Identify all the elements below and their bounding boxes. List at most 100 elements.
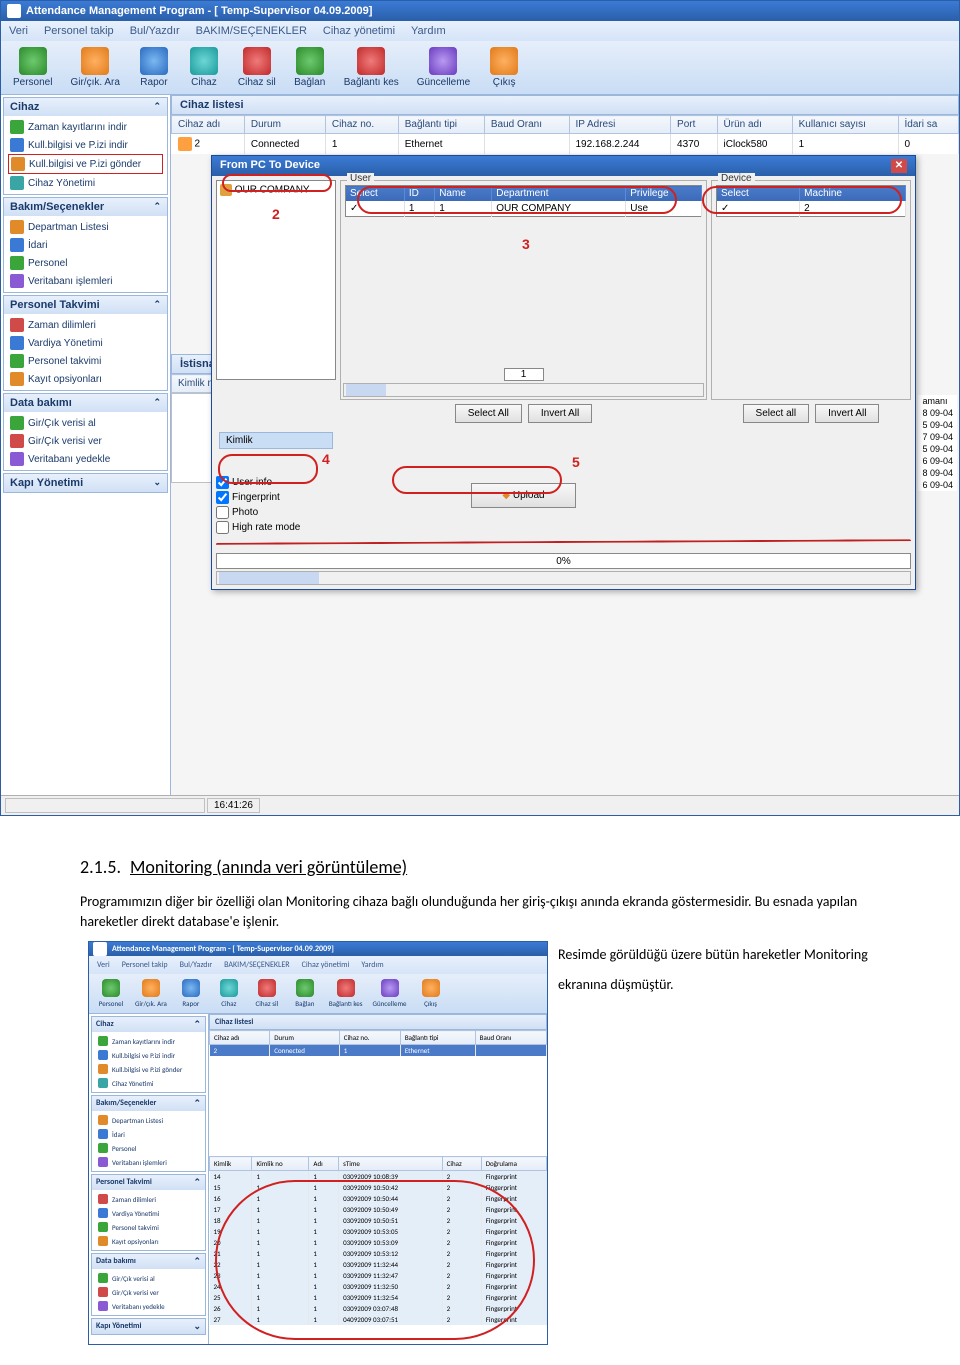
chk-high-rate[interactable] bbox=[216, 521, 229, 534]
nav-gircik-al[interactable]: Gir/Çık verisi al bbox=[8, 414, 163, 432]
menu-cihaz-yonetimi[interactable]: Cihaz yönetimi bbox=[319, 23, 399, 39]
sidebar: Cihaz⌃ Zaman kayıtlarını indir Kull.bilg… bbox=[1, 95, 171, 795]
person-icon bbox=[10, 256, 24, 270]
col-ip[interactable]: IP Adresi bbox=[569, 116, 671, 134]
tb-cikis[interactable]: Çıkış bbox=[480, 45, 528, 90]
nav-head-takvim[interactable]: Personel Takvimi⌃ bbox=[4, 296, 167, 314]
dcol-machine[interactable]: Machine bbox=[800, 186, 906, 202]
device-legend: Device bbox=[718, 173, 755, 184]
menu-personel-takip[interactable]: Personel takip bbox=[40, 23, 118, 39]
user-scrollbar[interactable] bbox=[343, 383, 704, 397]
chevron-up-icon: ⌃ bbox=[153, 299, 161, 311]
scroll-thumb[interactable] bbox=[219, 572, 319, 584]
user-table: Select ID Name Department Privilege ✓ bbox=[345, 185, 702, 217]
tb-baglan[interactable]: Bağlan bbox=[286, 45, 334, 90]
tb-gir-cik[interactable]: Gir/çık. Ara bbox=[62, 45, 127, 90]
menu-yardim[interactable]: Yardım bbox=[407, 23, 450, 39]
tb-rapor[interactable]: Rapor bbox=[130, 45, 178, 90]
red-annotation-line bbox=[216, 539, 911, 549]
progress-bar: 0% bbox=[216, 553, 911, 569]
btn-invert-all-dev[interactable]: Invert All bbox=[815, 404, 879, 423]
col-urun[interactable]: Ürün adı bbox=[717, 116, 792, 134]
dialog-close-button[interactable]: ✕ bbox=[891, 159, 907, 173]
user-row[interactable]: ✓ 1 1 OUR COMPANY Use bbox=[346, 201, 702, 217]
nav-head-bakim[interactable]: Bakım/Seçenekler⌃ bbox=[4, 198, 167, 216]
nav-db-islem[interactable]: Veritabanı işlemleri bbox=[8, 272, 163, 290]
btn-select-all-dev[interactable]: Select all bbox=[743, 404, 810, 423]
chevron-down-icon: ⌄ bbox=[153, 477, 161, 489]
dialog-title: From PC To Device bbox=[220, 159, 320, 173]
nav-personel[interactable]: Personel bbox=[8, 254, 163, 272]
chk-photo[interactable] bbox=[216, 506, 229, 519]
dcol-select[interactable]: Select bbox=[717, 186, 800, 202]
shift-icon bbox=[10, 336, 24, 350]
download-icon bbox=[10, 120, 24, 134]
connect-icon bbox=[296, 47, 324, 75]
list-icon bbox=[10, 220, 24, 234]
tb-cihaz[interactable]: Cihaz bbox=[180, 45, 228, 90]
exit-icon bbox=[490, 47, 518, 75]
ucol-priv[interactable]: Privilege bbox=[626, 186, 702, 202]
col-baglanti[interactable]: Bağlantı tipi bbox=[398, 116, 484, 134]
ucol-dept[interactable]: Department bbox=[492, 186, 626, 202]
user-legend: User bbox=[347, 173, 374, 184]
device-table: Cihaz adı Durum Cihaz no. Bağlantı tipi … bbox=[171, 115, 959, 154]
menu-bakim[interactable]: BAKIM/SEÇENEKLER bbox=[192, 23, 311, 39]
menu-veri[interactable]: Veri bbox=[5, 23, 32, 39]
nav-zaman-dilim[interactable]: Zaman dilimleri bbox=[8, 316, 163, 334]
tb-cihaz-sil[interactable]: Cihaz sil bbox=[230, 45, 284, 90]
nav-zaman-kayit[interactable]: Zaman kayıtlarını indir bbox=[8, 118, 163, 136]
main-area: Cihaz listesi Cihaz adı Durum Cihaz no. … bbox=[171, 95, 959, 795]
col-cihaz-no[interactable]: Cihaz no. bbox=[325, 116, 398, 134]
nav-kull-gonder[interactable]: Kull.bilgisi ve P.izi gönder bbox=[8, 154, 163, 174]
nav-ptakvim[interactable]: Personel takvimi bbox=[8, 352, 163, 370]
nav-head-data[interactable]: Data bakımı⌃ bbox=[4, 394, 167, 412]
thumbnail-window: Attendance Management Program - [ Temp-S… bbox=[88, 941, 548, 1345]
upload-icon bbox=[11, 157, 25, 171]
nav-kull-indir[interactable]: Kull.bilgisi ve P.izi indir bbox=[8, 136, 163, 154]
col-kullanici[interactable]: Kullanıcı sayısı bbox=[792, 116, 898, 134]
tb-baglanti-kes[interactable]: Bağlantı kes bbox=[336, 45, 407, 90]
ucol-select[interactable]: Select bbox=[346, 186, 405, 202]
ucol-id[interactable]: ID bbox=[404, 186, 434, 202]
section-title: Monitoring (anında veri görüntüleme) bbox=[130, 856, 407, 878]
chk-fingerprint[interactable] bbox=[216, 491, 229, 504]
scroll-thumb[interactable] bbox=[346, 384, 386, 396]
btn-select-all[interactable]: Select All bbox=[455, 404, 522, 423]
nav-kayit-ops[interactable]: Kayıt opsiyonları bbox=[8, 370, 163, 388]
col-baud[interactable]: Baud Oranı bbox=[484, 116, 569, 134]
nav-head-kapi[interactable]: Kapı Yönetimi⌄ bbox=[4, 474, 167, 492]
chk-user-info[interactable] bbox=[216, 476, 229, 489]
device-row[interactable]: 2 Connected 1 Ethernet 192.168.2.244 437… bbox=[172, 134, 959, 155]
tb-personel[interactable]: Personel bbox=[5, 45, 60, 90]
monitoring-log-table: Kimlik Kimlik no Adı sTime Cihaz Doğrula… bbox=[209, 1156, 547, 1325]
backup-icon bbox=[10, 452, 24, 466]
company-tree[interactable]: OUR COMPANY bbox=[216, 180, 336, 380]
main-app-window: Attendance Management Program - [ Temp-S… bbox=[0, 0, 960, 816]
nav-vardiya[interactable]: Vardiya Yönetimi bbox=[8, 334, 163, 352]
article-text: 2.1.5.Monitoring (anında veri görüntülem… bbox=[0, 816, 960, 1365]
col-port[interactable]: Port bbox=[671, 116, 718, 134]
col-idari[interactable]: İdari sa bbox=[898, 116, 958, 134]
col-durum[interactable]: Durum bbox=[244, 116, 325, 134]
nav-idari[interactable]: İdari bbox=[8, 236, 163, 254]
ucol-name[interactable]: Name bbox=[435, 186, 492, 202]
tb-guncelleme[interactable]: Güncelleme bbox=[409, 45, 478, 90]
dialog-bottom-scroll[interactable] bbox=[216, 571, 911, 585]
nav-gircik-ver[interactable]: Gir/Çık verisi ver bbox=[8, 432, 163, 450]
device-list-head: Cihaz listesi bbox=[171, 95, 959, 115]
update-icon bbox=[429, 47, 457, 75]
nav-departman[interactable]: Departman Listesi bbox=[8, 218, 163, 236]
btn-upload[interactable]: ◆ Upload bbox=[471, 483, 575, 508]
device-sel-row[interactable]: ✓ 2 bbox=[717, 201, 906, 217]
status-time: 16:41:26 bbox=[207, 798, 260, 813]
company-icon bbox=[220, 184, 232, 196]
nav-cihaz-yonetimi[interactable]: Cihaz Yönetimi bbox=[8, 174, 163, 192]
menu-bul-yazdir[interactable]: Bul/Yazdır bbox=[126, 23, 184, 39]
app-icon bbox=[7, 4, 21, 18]
tab-kimlik[interactable]: Kimlik bbox=[219, 432, 333, 449]
col-cihaz-adi[interactable]: Cihaz adı bbox=[172, 116, 245, 134]
nav-db-yedek[interactable]: Veritabanı yedekle bbox=[8, 450, 163, 468]
btn-invert-all[interactable]: Invert All bbox=[528, 404, 592, 423]
nav-head-cihaz[interactable]: Cihaz⌃ bbox=[4, 98, 167, 116]
